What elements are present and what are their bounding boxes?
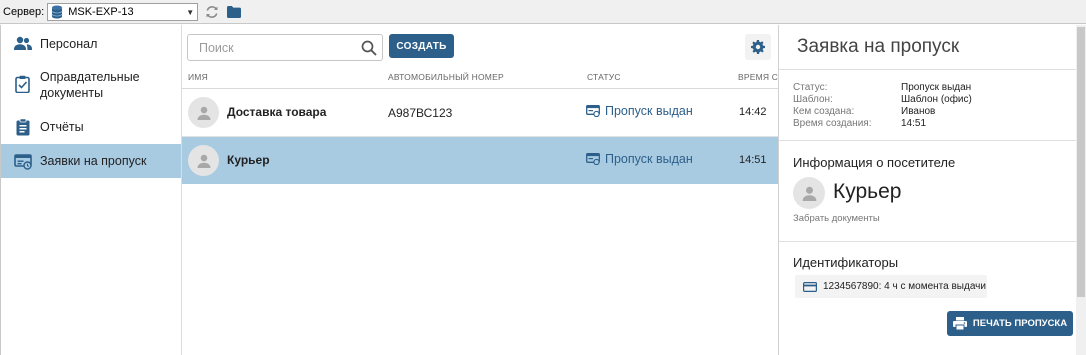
database-icon xyxy=(51,5,63,18)
avatar xyxy=(188,145,219,176)
row-status: Пропуск выдан xyxy=(586,152,693,166)
search-input[interactable]: Поиск xyxy=(187,34,383,61)
folder-icon xyxy=(227,5,242,18)
row-plate: А987ВС123 xyxy=(388,106,453,120)
printer-icon xyxy=(952,317,967,330)
avatar xyxy=(188,97,219,128)
person-icon xyxy=(197,106,210,120)
visitor-name: Курьер xyxy=(833,180,902,203)
field-key-created-time: Время создания: xyxy=(793,118,872,129)
search-icon xyxy=(361,40,377,56)
refresh-icon xyxy=(206,5,218,18)
identifier-text: 1234567890: 4 ч с момента выдачи xyxy=(823,281,986,292)
row-time: 14:51 xyxy=(739,154,767,166)
scrollbar[interactable] xyxy=(1076,25,1086,355)
sidebar-item-label: Отчёты xyxy=(40,120,84,134)
refresh-button[interactable] xyxy=(204,4,220,20)
identifier-chip[interactable]: 1234567890: 4 ч с момента выдачи xyxy=(795,275,987,298)
sidebar-item-reports[interactable]: Отчёты xyxy=(1,110,181,144)
details-divider xyxy=(779,140,1076,141)
scrollbar-thumb[interactable] xyxy=(1077,27,1085,297)
server-select[interactable]: MSK-EXP-13 ▼ xyxy=(47,2,199,21)
report-icon xyxy=(16,118,30,136)
top-toolbar: Сервер: MSK-EXP-13 ▼ xyxy=(0,0,1086,24)
identifiers-section-title: Идентификаторы xyxy=(793,255,899,270)
pass-request-icon xyxy=(14,154,32,170)
sidebar-item-pass-requests[interactable]: Заявки на пропуск xyxy=(1,144,181,178)
sidebar-item-justification-docs[interactable]: Оправдательные документы xyxy=(1,63,181,109)
pass-request-list: Поиск СОЗДАТЬ ИМЯ АВТОМОБИЛЬНЫЙ НОМЕР СТ… xyxy=(182,25,790,355)
sidebar-item-label: Оправдательные xyxy=(40,70,140,84)
sidebar-item-label-line2: документы xyxy=(40,86,104,100)
row-time: 14:42 xyxy=(739,106,767,118)
visitor-note: Забрать документы xyxy=(793,213,880,224)
sidebar-item-personnel[interactable]: Персонал xyxy=(1,25,181,62)
row-name: Курьер xyxy=(227,153,270,167)
sidebar: Персонал Оправдательные документы Отчёты xyxy=(0,25,182,355)
field-key-status: Статус: xyxy=(793,82,828,93)
person-icon xyxy=(197,154,210,168)
person-icon xyxy=(802,186,816,201)
field-value-template: Шаблон (офис) xyxy=(901,94,972,105)
field-value-status: Пропуск выдан xyxy=(901,82,972,93)
visitor-avatar xyxy=(793,177,825,209)
field-key-template: Шаблон: xyxy=(793,94,833,105)
clipboard-icon xyxy=(15,75,30,93)
details-title: Заявка на пропуск xyxy=(797,36,960,57)
field-value-created-by: Иванов xyxy=(901,106,936,117)
server-value: MSK-EXP-13 xyxy=(68,5,134,18)
column-header-name[interactable]: ИМЯ xyxy=(188,72,208,82)
settings-button[interactable] xyxy=(745,34,771,60)
print-pass-label: ПЕЧАТЬ ПРОПУСКА xyxy=(972,318,1068,329)
table-row[interactable]: Курьер Пропуск выдан 14:51 xyxy=(182,137,778,184)
field-key-created-by: Кем создана: xyxy=(793,106,855,117)
visitor-section-title: Информация о посетителе xyxy=(793,155,956,170)
server-label: Сервер: xyxy=(3,5,45,18)
column-header-status[interactable]: СТАТУС xyxy=(587,72,621,82)
row-status: Пропуск выдан xyxy=(586,104,693,118)
table-row[interactable]: Доставка товара А987ВС123 Пропуск выдан … xyxy=(182,89,778,136)
print-pass-button[interactable]: ПЕЧАТЬ ПРОПУСКА xyxy=(947,311,1073,336)
gear-icon xyxy=(751,40,765,54)
open-folder-button[interactable] xyxy=(226,4,242,20)
card-icon xyxy=(803,281,817,292)
chevron-down-icon: ▼ xyxy=(186,7,195,17)
column-header-plate[interactable]: АВТОМОБИЛЬНЫЙ НОМЕР xyxy=(388,72,504,82)
row-name: Доставка товара xyxy=(227,105,327,119)
row-status-text: Пропуск выдан xyxy=(605,104,693,118)
row-status-text: Пропуск выдан xyxy=(605,152,693,166)
people-icon xyxy=(14,36,32,50)
pass-status-icon xyxy=(586,153,600,165)
sidebar-item-label: Персонал xyxy=(40,37,98,51)
pass-request-details: Заявка на пропуск Статус: Пропуск выдан … xyxy=(779,25,1076,355)
pass-status-icon xyxy=(586,105,600,117)
details-divider xyxy=(779,241,1076,242)
details-divider xyxy=(779,69,1076,70)
search-placeholder: Поиск xyxy=(199,41,234,55)
create-button[interactable]: СОЗДАТЬ xyxy=(389,34,454,58)
field-value-created-time: 14:51 xyxy=(901,118,927,129)
sidebar-item-label: Заявки на пропуск xyxy=(40,154,147,168)
